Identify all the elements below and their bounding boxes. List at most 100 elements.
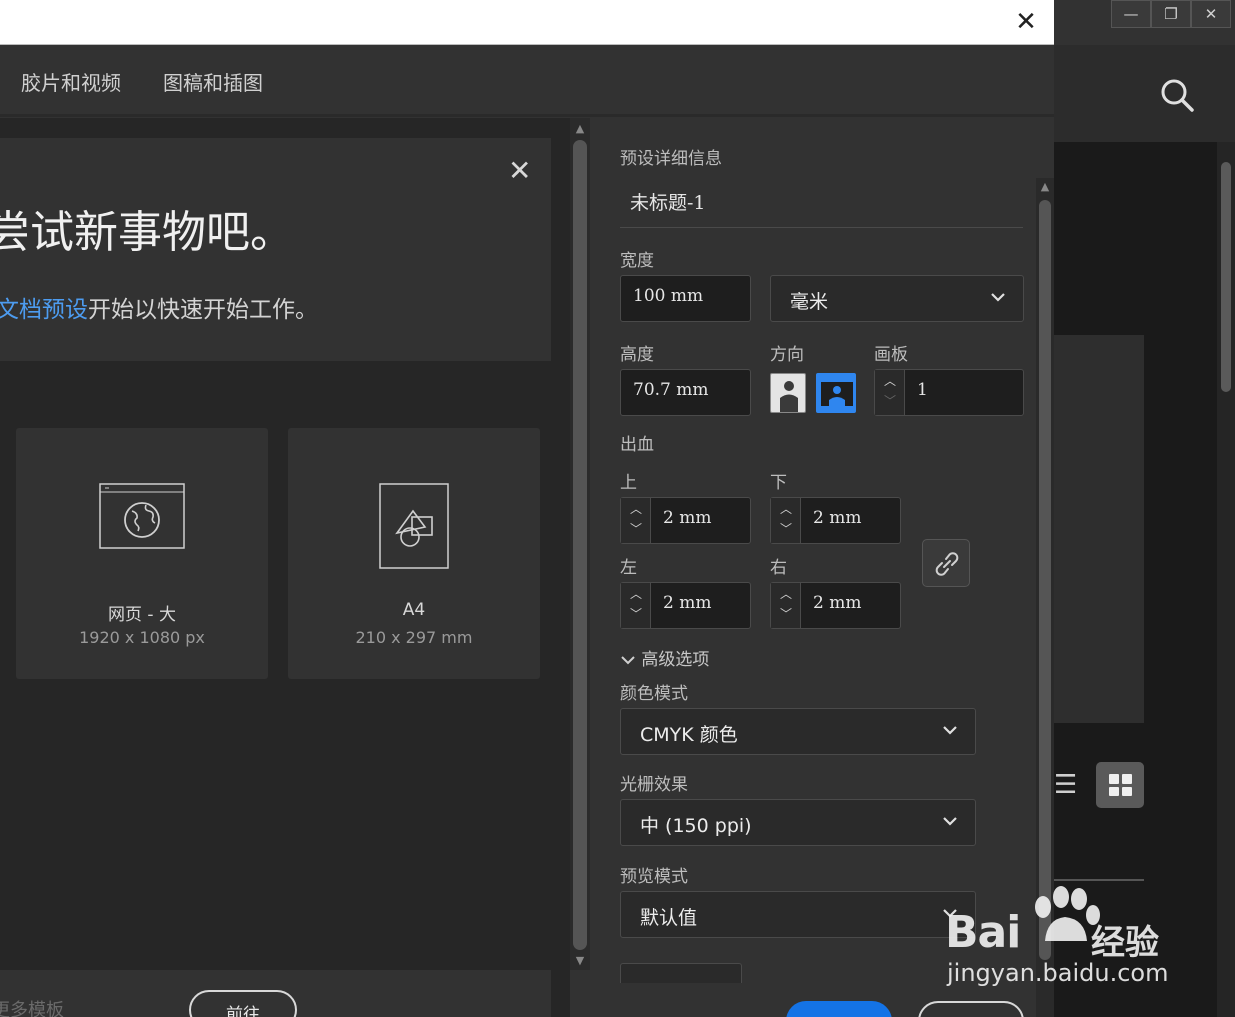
bleed-right-input[interactable]: ︿ ﹀ 2 mm: [770, 582, 901, 629]
bleed-top-value: 2 mm: [663, 508, 712, 528]
presets-scrollbar[interactable]: ▲ ▼: [570, 118, 590, 970]
decrement-icon[interactable]: ﹀: [771, 520, 801, 542]
landscape-button[interactable]: [816, 373, 856, 413]
tab-film-video[interactable]: 胶片和视频: [21, 67, 121, 96]
raster-effects-select[interactable]: 中 (150 ppi): [620, 799, 976, 846]
document-name-field[interactable]: 未标题-1: [620, 176, 1023, 228]
bleed-bottom-stepper[interactable]: ︿ ﹀: [771, 498, 801, 543]
width-label: 宽度: [620, 251, 654, 271]
section-title: 预设详细信息: [620, 149, 722, 169]
preset-details-panel: 预设详细信息 未标题-1 宽度 100 mm 毫米 高度 方向 画板 70.7 …: [590, 118, 1054, 1017]
preset-name: A4: [402, 600, 426, 620]
increment-icon[interactable]: ︿: [621, 585, 651, 607]
scroll-up-icon[interactable]: ▲: [1036, 180, 1054, 193]
color-mode-value: CMYK 颜色: [640, 724, 738, 746]
promo-close-icon[interactable]: ✕: [508, 154, 531, 187]
increment-icon[interactable]: ︿: [771, 500, 801, 522]
decrement-icon[interactable]: ﹀: [621, 520, 651, 542]
divider: [1054, 879, 1144, 881]
chevron-down-icon: [943, 817, 957, 826]
width-value: 100 mm: [633, 286, 704, 306]
scrollbar-thumb[interactable]: [1039, 200, 1051, 960]
width-input[interactable]: 100 mm: [620, 275, 751, 322]
decrement-icon[interactable]: ﹀: [621, 605, 651, 627]
bleed-left-stepper[interactable]: ︿ ﹀: [621, 583, 651, 628]
decrement-icon[interactable]: ﹀: [771, 605, 801, 627]
advanced-options-label: 高级选项: [641, 650, 710, 670]
decrement-icon[interactable]: ﹀: [875, 392, 905, 414]
color-mode-label: 颜色模式: [620, 684, 688, 704]
background-scrollbar[interactable]: [1217, 142, 1235, 1017]
promo-subtitle-rest: 开始以快速开始工作。: [88, 297, 318, 323]
bleed-right-stepper[interactable]: ︿ ﹀: [771, 583, 801, 628]
promo-title: 尝试新事物吧。: [0, 207, 294, 258]
bleed-top-input[interactable]: ︿ ﹀ 2 mm: [620, 497, 751, 544]
search-icon[interactable]: [1158, 76, 1198, 116]
bleed-bottom-input[interactable]: ︿ ﹀ 2 mm: [770, 497, 901, 544]
list-view-icon[interactable]: ☰: [1054, 770, 1077, 800]
restore-button[interactable]: ❐: [1151, 0, 1191, 28]
preview-mode-value: 默认值: [640, 907, 698, 929]
tab-art-illustration[interactable]: 图稿和插图: [163, 67, 263, 96]
unit-select[interactable]: 毫米: [770, 275, 1024, 322]
goto-button[interactable]: 前往: [189, 990, 297, 1017]
preview-mode-label: 预览模式: [620, 867, 688, 887]
bleed-right-label: 右: [770, 558, 787, 578]
scroll-down-icon[interactable]: ▼: [570, 954, 590, 967]
create-button[interactable]: [786, 1001, 892, 1017]
increment-icon[interactable]: ︿: [771, 585, 801, 607]
bleed-bottom-value: 2 mm: [813, 508, 862, 528]
watermark-brand: Bai: [945, 907, 1021, 958]
link-bleed-button[interactable]: [922, 539, 970, 587]
artboards-label: 画板: [874, 345, 908, 365]
artboards-stepper[interactable]: ︿ ﹀: [875, 370, 905, 415]
increment-icon[interactable]: ︿: [621, 500, 651, 522]
portrait-button[interactable]: [770, 373, 806, 413]
bleed-left-label: 左: [620, 558, 637, 578]
bleed-bottom-label: 下: [770, 473, 787, 493]
watermark-brand-cn: 经验: [1091, 923, 1159, 963]
chevron-down-icon: [943, 726, 957, 735]
chevron-down-icon: [991, 293, 1005, 302]
background-titlebar: — ❐ ✕: [1054, 0, 1235, 45]
preset-card-a4[interactable]: A4 210 x 297 mm: [288, 428, 540, 679]
minimize-button[interactable]: —: [1111, 0, 1151, 28]
preset-name: 网页 - 大: [108, 605, 176, 625]
portrait-icon: [780, 381, 798, 412]
grid-view-button[interactable]: [1096, 762, 1144, 808]
templates-bar: 更多模板 前往: [0, 970, 551, 1017]
document-shapes-icon: [288, 483, 540, 569]
preset-link[interactable]: 文档预设: [0, 297, 88, 323]
background-app-window: — ❐ ✕ ☰: [1054, 0, 1235, 1017]
height-input[interactable]: 70.7 mm: [620, 369, 751, 416]
preset-card-web-large[interactable]: 网页 - 大 1920 x 1080 px: [16, 428, 268, 679]
close-button[interactable]: [918, 1001, 1024, 1017]
scroll-up-icon[interactable]: ▲: [570, 122, 590, 135]
preset-size: 1920 x 1080 px: [79, 628, 205, 647]
watermark-url: jingyan.baidu.com: [947, 959, 1169, 987]
baidu-watermark: Bai 经验 jingyan.baidu.com: [945, 885, 1175, 995]
bleed-top-stepper[interactable]: ︿ ﹀: [621, 498, 651, 543]
chevron-down-icon: [621, 656, 635, 665]
preview-mode-select[interactable]: 默认值: [620, 891, 976, 938]
unit-value: 毫米: [790, 291, 829, 313]
color-mode-select[interactable]: CMYK 颜色: [620, 708, 976, 755]
new-document-dialog: ✕ 胶片和视频 图稿和插图 ✕ 尝试新事物吧。 文档预设开始以快速开始工作。 网: [0, 0, 1054, 1017]
bleed-right-value: 2 mm: [813, 593, 862, 613]
background-panel: [1054, 335, 1144, 723]
presets-area: ✕ 尝试新事物吧。 文档预设开始以快速开始工作。 网页 - 大 1920 x 1…: [0, 118, 570, 1017]
scrollbar-thumb[interactable]: [573, 140, 587, 950]
bleed-top-label: 上: [620, 473, 637, 493]
artboards-input[interactable]: ︿ ﹀ 1: [874, 369, 1024, 416]
chain-link-icon: [935, 552, 959, 576]
document-name: 未标题-1: [630, 192, 706, 214]
dialog-close-icon[interactable]: ✕: [1012, 8, 1040, 36]
increment-icon[interactable]: ︿: [875, 372, 905, 394]
window-close-button[interactable]: ✕: [1191, 0, 1231, 28]
scrollbar-thumb[interactable]: [1221, 162, 1231, 392]
landscape-icon: [821, 382, 853, 406]
advanced-options-toggle[interactable]: 高级选项: [620, 645, 709, 670]
bleed-left-input[interactable]: ︿ ﹀ 2 mm: [620, 582, 751, 629]
more-templates-label: 更多模板: [0, 1000, 64, 1017]
more-settings-button[interactable]: [620, 963, 742, 983]
